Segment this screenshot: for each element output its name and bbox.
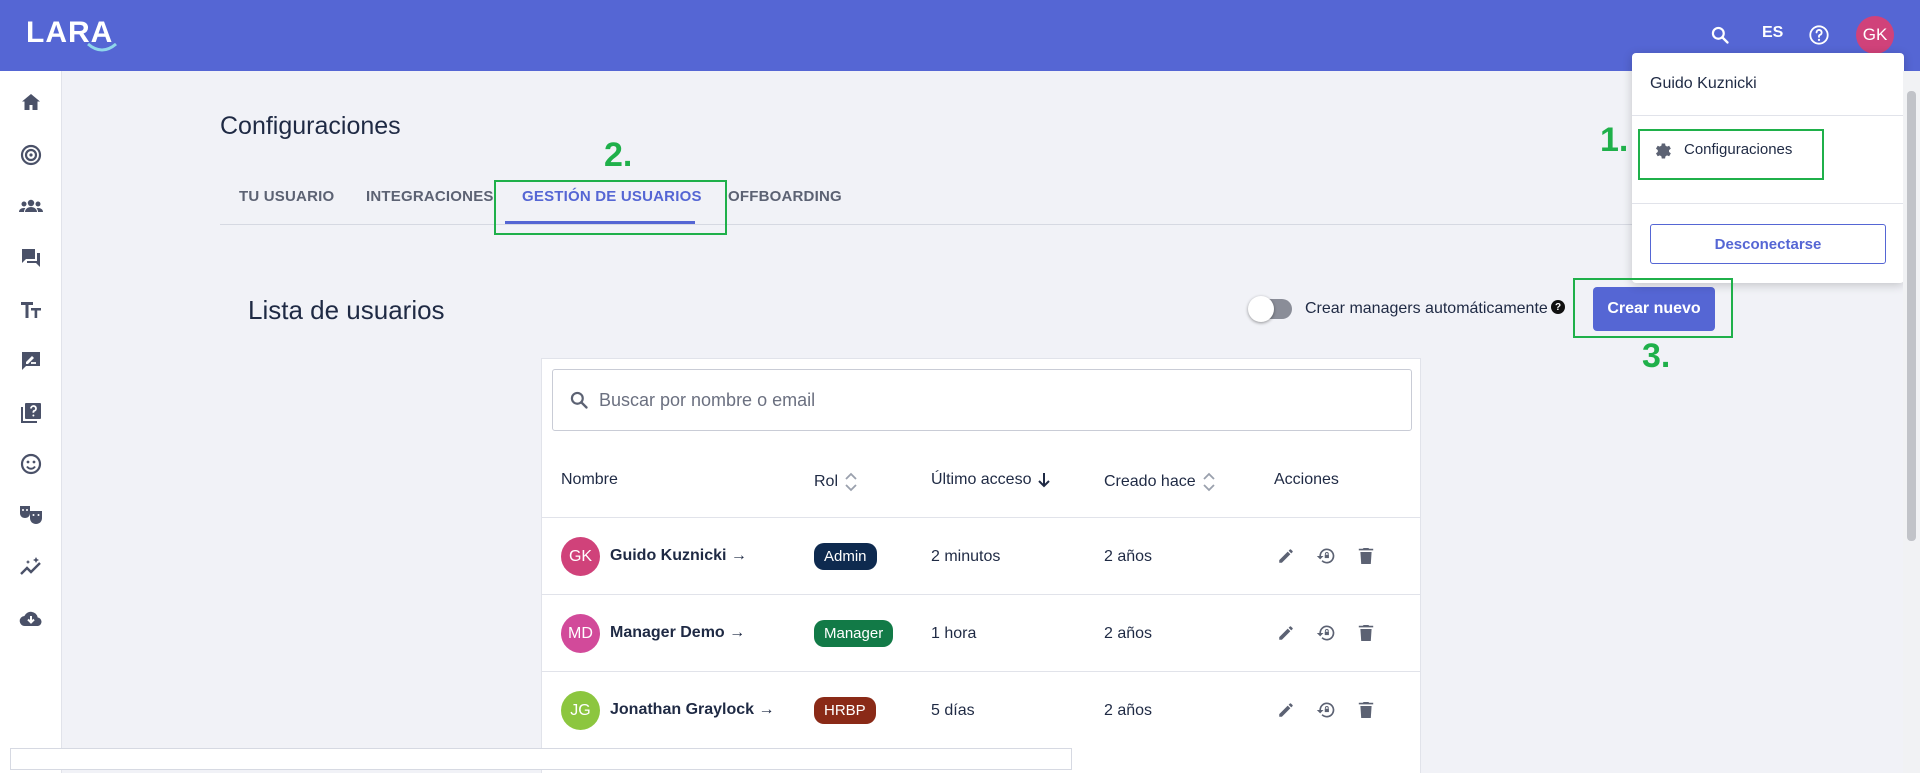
user-name-link[interactable]: Guido Kuznicki → xyxy=(610,547,747,565)
annotation-step-1: 1. xyxy=(1600,121,1629,159)
annotation-step-2: 2. xyxy=(604,136,633,174)
table-row: GK Guido Kuznicki → Admin 2 minutos 2 añ… xyxy=(542,517,1420,594)
help-tooltip-icon[interactable]: ? xyxy=(1551,300,1565,314)
arrow-right-icon: → xyxy=(729,624,746,641)
sort-icon xyxy=(1202,472,1215,492)
search-field[interactable] xyxy=(552,369,1412,431)
tab-offboarding[interactable]: OFFBOARDING xyxy=(728,188,842,205)
delete-icon[interactable] xyxy=(1355,622,1377,644)
annotation-box-tab xyxy=(494,180,727,235)
vertical-scrollbar[interactable] xyxy=(1903,71,1920,773)
arrow-right-icon: → xyxy=(758,701,775,718)
annotation-step-3: 3. xyxy=(1642,337,1671,375)
search-icon xyxy=(570,391,588,409)
divider xyxy=(1632,115,1904,116)
column-header-created[interactable]: Creado hace xyxy=(1104,471,1216,493)
language-selector[interactable]: ES xyxy=(1762,24,1783,42)
text-size-icon[interactable] xyxy=(18,297,44,323)
search-input[interactable] xyxy=(599,384,1389,416)
role-badge: Manager xyxy=(814,620,894,647)
last-access: 2 minutos xyxy=(931,548,1001,565)
column-header-role[interactable]: Rol xyxy=(814,471,858,493)
page-title: Configuraciones xyxy=(220,112,401,140)
avatar: MD xyxy=(561,614,600,653)
cloud-download-icon[interactable] xyxy=(18,606,44,632)
target-icon[interactable] xyxy=(18,142,44,168)
team-icon[interactable] xyxy=(18,193,44,219)
delete-icon[interactable] xyxy=(1355,545,1377,567)
sort-icon xyxy=(845,472,857,492)
bottom-bar xyxy=(10,748,1072,770)
edit-icon[interactable] xyxy=(1275,545,1297,567)
home-icon[interactable] xyxy=(18,89,44,115)
delete-icon[interactable] xyxy=(1355,699,1377,721)
created-ago: 2 años xyxy=(1104,548,1153,565)
column-header-actions: Acciones xyxy=(1274,471,1339,488)
logout-button[interactable]: Desconectarse xyxy=(1650,224,1886,264)
user-avatar[interactable]: GK xyxy=(1856,16,1894,54)
user-name-link[interactable]: Manager Demo → xyxy=(610,624,745,642)
quiz-icon[interactable] xyxy=(18,400,44,426)
settings-tabs: TU USUARIO INTEGRACIONES GESTIÓN DE USUA… xyxy=(220,180,1700,225)
reset-password-icon[interactable] xyxy=(1315,699,1337,721)
section-title: Lista de usuarios xyxy=(248,295,445,325)
column-header-last-access[interactable]: Último acceso xyxy=(931,471,1051,489)
smiley-icon[interactable] xyxy=(18,451,44,477)
user-name-link[interactable]: Jonathan Graylock → xyxy=(610,701,775,719)
arrow-right-icon: → xyxy=(730,547,747,564)
avatar: JG xyxy=(561,691,600,730)
analytics-icon[interactable] xyxy=(18,554,44,580)
role-badge: Admin xyxy=(814,543,877,570)
search-icon[interactable] xyxy=(1705,20,1735,50)
annotation-box-settings xyxy=(1638,129,1824,180)
sidebar xyxy=(0,71,62,773)
auto-managers-label: Crear managers automáticamente xyxy=(1305,300,1548,317)
edit-icon[interactable] xyxy=(1275,699,1297,721)
sort-desc-icon xyxy=(1038,473,1051,488)
auto-managers-toggle[interactable] xyxy=(1248,296,1292,322)
edit-icon[interactable] xyxy=(1275,622,1297,644)
column-header-name: Nombre xyxy=(561,471,618,488)
tab-tu-usuario[interactable]: TU USUARIO xyxy=(239,188,334,205)
feedback-icon[interactable] xyxy=(18,348,44,374)
scrollbar-thumb[interactable] xyxy=(1907,91,1916,541)
lara-logo[interactable]: LARA xyxy=(26,14,122,58)
table-row: JG Jonathan Graylock → HRBP 5 días 2 año… xyxy=(542,671,1420,748)
tab-integraciones[interactable]: INTEGRACIONES xyxy=(366,188,494,205)
toggle-knob xyxy=(1248,296,1274,322)
table-row: MD Manager Demo → Manager 1 hora 2 años xyxy=(542,594,1420,671)
help-icon[interactable] xyxy=(1804,20,1834,50)
users-table-card: Nombre Rol Último acceso Creado hace Acc… xyxy=(541,358,1421,773)
avatar: GK xyxy=(561,537,600,576)
annotation-box-create xyxy=(1573,278,1733,338)
reset-password-icon[interactable] xyxy=(1315,545,1337,567)
created-ago: 2 años xyxy=(1104,702,1153,719)
masks-icon[interactable] xyxy=(18,502,44,528)
created-ago: 2 años xyxy=(1104,625,1153,642)
chat-icon[interactable] xyxy=(18,245,44,271)
dropdown-user-name: Guido Kuznicki xyxy=(1650,75,1757,92)
last-access: 5 días xyxy=(931,702,975,719)
role-badge: HRBP xyxy=(814,697,876,724)
reset-password-icon[interactable] xyxy=(1315,622,1337,644)
last-access: 1 hora xyxy=(931,625,977,642)
divider xyxy=(1632,203,1904,204)
